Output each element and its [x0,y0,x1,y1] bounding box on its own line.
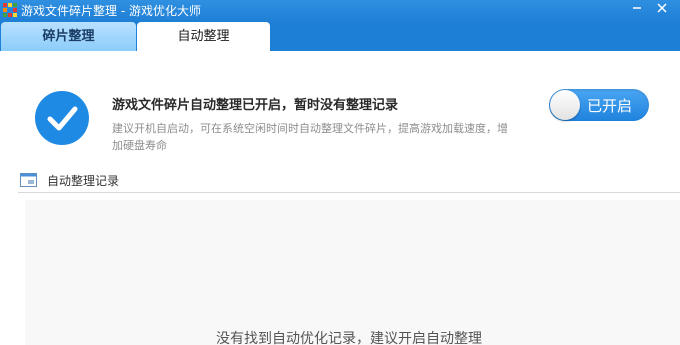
close-button[interactable] [654,0,670,16]
title-bar: 游戏文件碎片整理 - 游戏优化大师 [0,0,680,22]
minimize-icon [633,7,641,9]
app-logo-icon [3,3,17,17]
tab-auto-organize[interactable]: 自动整理 [137,22,270,51]
divider [18,192,680,193]
status-description: 建议开机自启动，可在系统空闲时间时自动整理文件碎片，提高游戏加载速度，增加硬盘寿… [112,122,508,152]
window-title: 游戏文件碎片整理 - 游戏优化大师 [21,4,201,18]
records-list-panel [25,200,680,345]
toggle-knob [550,90,580,120]
records-title: 自动整理记录 [47,174,120,188]
toggle-label: 已开启 [587,97,633,115]
checkmark-circle-icon [35,91,89,145]
calendar-icon [20,172,37,187]
minimize-button[interactable] [629,0,645,16]
status-title: 游戏文件碎片自动整理已开启，暂时没有整理记录 [112,98,399,113]
tab-defragment[interactable]: 碎片整理 [1,22,136,51]
close-icon [657,3,667,13]
app-window: 游戏文件碎片整理 - 游戏优化大师 碎片整理 自动整理 游戏文件碎片自动整理已开… [0,0,680,345]
tab-bar: 碎片整理 自动整理 [0,22,680,51]
auto-organize-toggle[interactable]: 已开启 [549,89,649,121]
empty-records-message: 没有找到自动优化记录，建议开启自动整理 [216,331,482,345]
